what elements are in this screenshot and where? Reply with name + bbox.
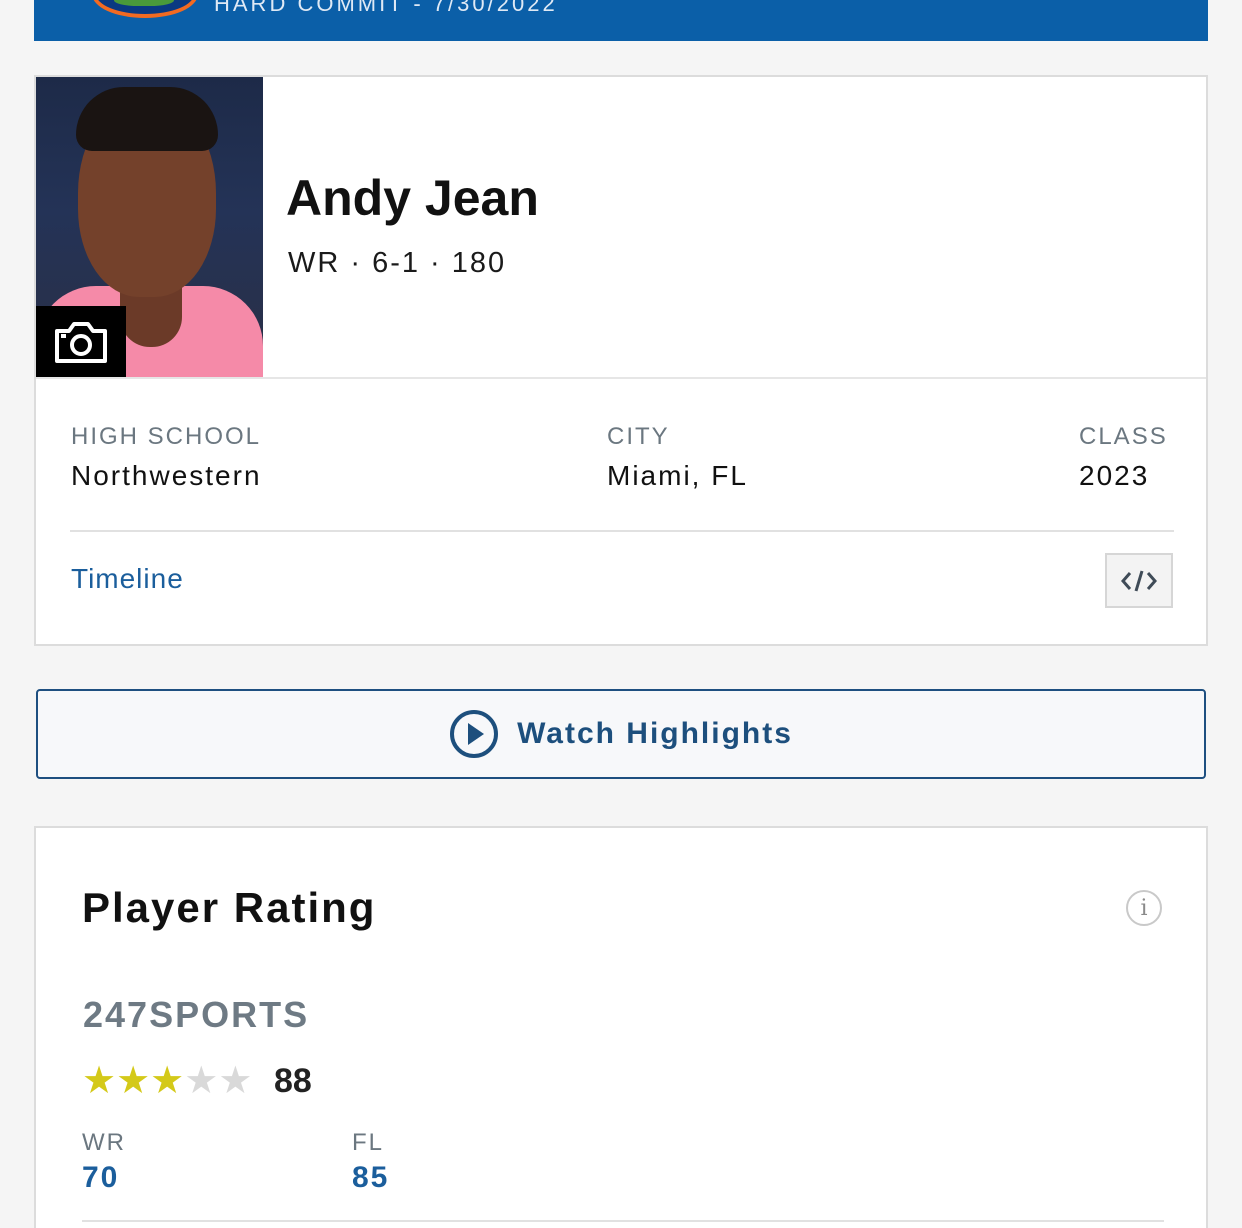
player-profile-card: Andy Jean WR · 6-1 · 180 HIGH SCHOOL Nor… — [34, 75, 1208, 646]
info-icon[interactable]: i — [1126, 890, 1162, 926]
star-icon: ★ — [150, 1060, 185, 1102]
star-icon: ★ — [116, 1060, 151, 1102]
city-value: Miami, FL — [607, 460, 748, 491]
rating-source: 247SPORTS — [83, 994, 310, 1035]
code-embed-icon — [1121, 570, 1157, 591]
watch-highlights-button[interactable]: Watch Highlights — [36, 689, 1206, 779]
commit-status: HARD COMMIT - 7/30/2022 — [214, 0, 558, 16]
gators-logo-icon — [92, 0, 198, 18]
camera-icon[interactable] — [36, 306, 126, 378]
star-icon: ★ — [82, 1060, 117, 1102]
position-rank-value[interactable]: 70 — [82, 1161, 119, 1195]
class-value: 2023 — [1079, 460, 1150, 491]
player-position-size: WR · 6-1 · 180 — [288, 247, 507, 279]
state-rank-value[interactable]: 85 — [352, 1161, 389, 1195]
star-rating: ★ ★ ★ ★ ★ — [82, 1062, 252, 1100]
embed-code-button[interactable] — [1105, 553, 1173, 608]
class-label: CLASS — [1079, 423, 1168, 450]
rating-title: Player Rating — [82, 884, 377, 931]
divider — [36, 377, 1206, 379]
watch-highlights-label: Watch Highlights — [517, 717, 793, 750]
play-circle-icon — [450, 710, 499, 758]
high-school-value: Northwestern — [71, 460, 262, 491]
city-label: CITY — [607, 423, 670, 450]
star-icon: ★ — [184, 1060, 219, 1102]
player-photo[interactable] — [36, 77, 263, 378]
player-rating-card: Player Rating i 247SPORTS ★ ★ ★ ★ ★ 88 W… — [34, 826, 1208, 1228]
position-rank-label: WR — [82, 1129, 126, 1156]
divider — [82, 1220, 1164, 1222]
timeline-link[interactable]: Timeline — [71, 563, 184, 595]
star-icon: ★ — [218, 1060, 253, 1102]
state-rank-label: FL — [352, 1129, 385, 1156]
divider — [70, 530, 1174, 532]
rating-score: 88 — [274, 1062, 312, 1100]
high-school-label: HIGH SCHOOL — [71, 423, 262, 450]
player-name: Andy Jean — [286, 170, 539, 226]
commit-banner: HARD COMMIT - 7/30/2022 — [34, 0, 1208, 41]
